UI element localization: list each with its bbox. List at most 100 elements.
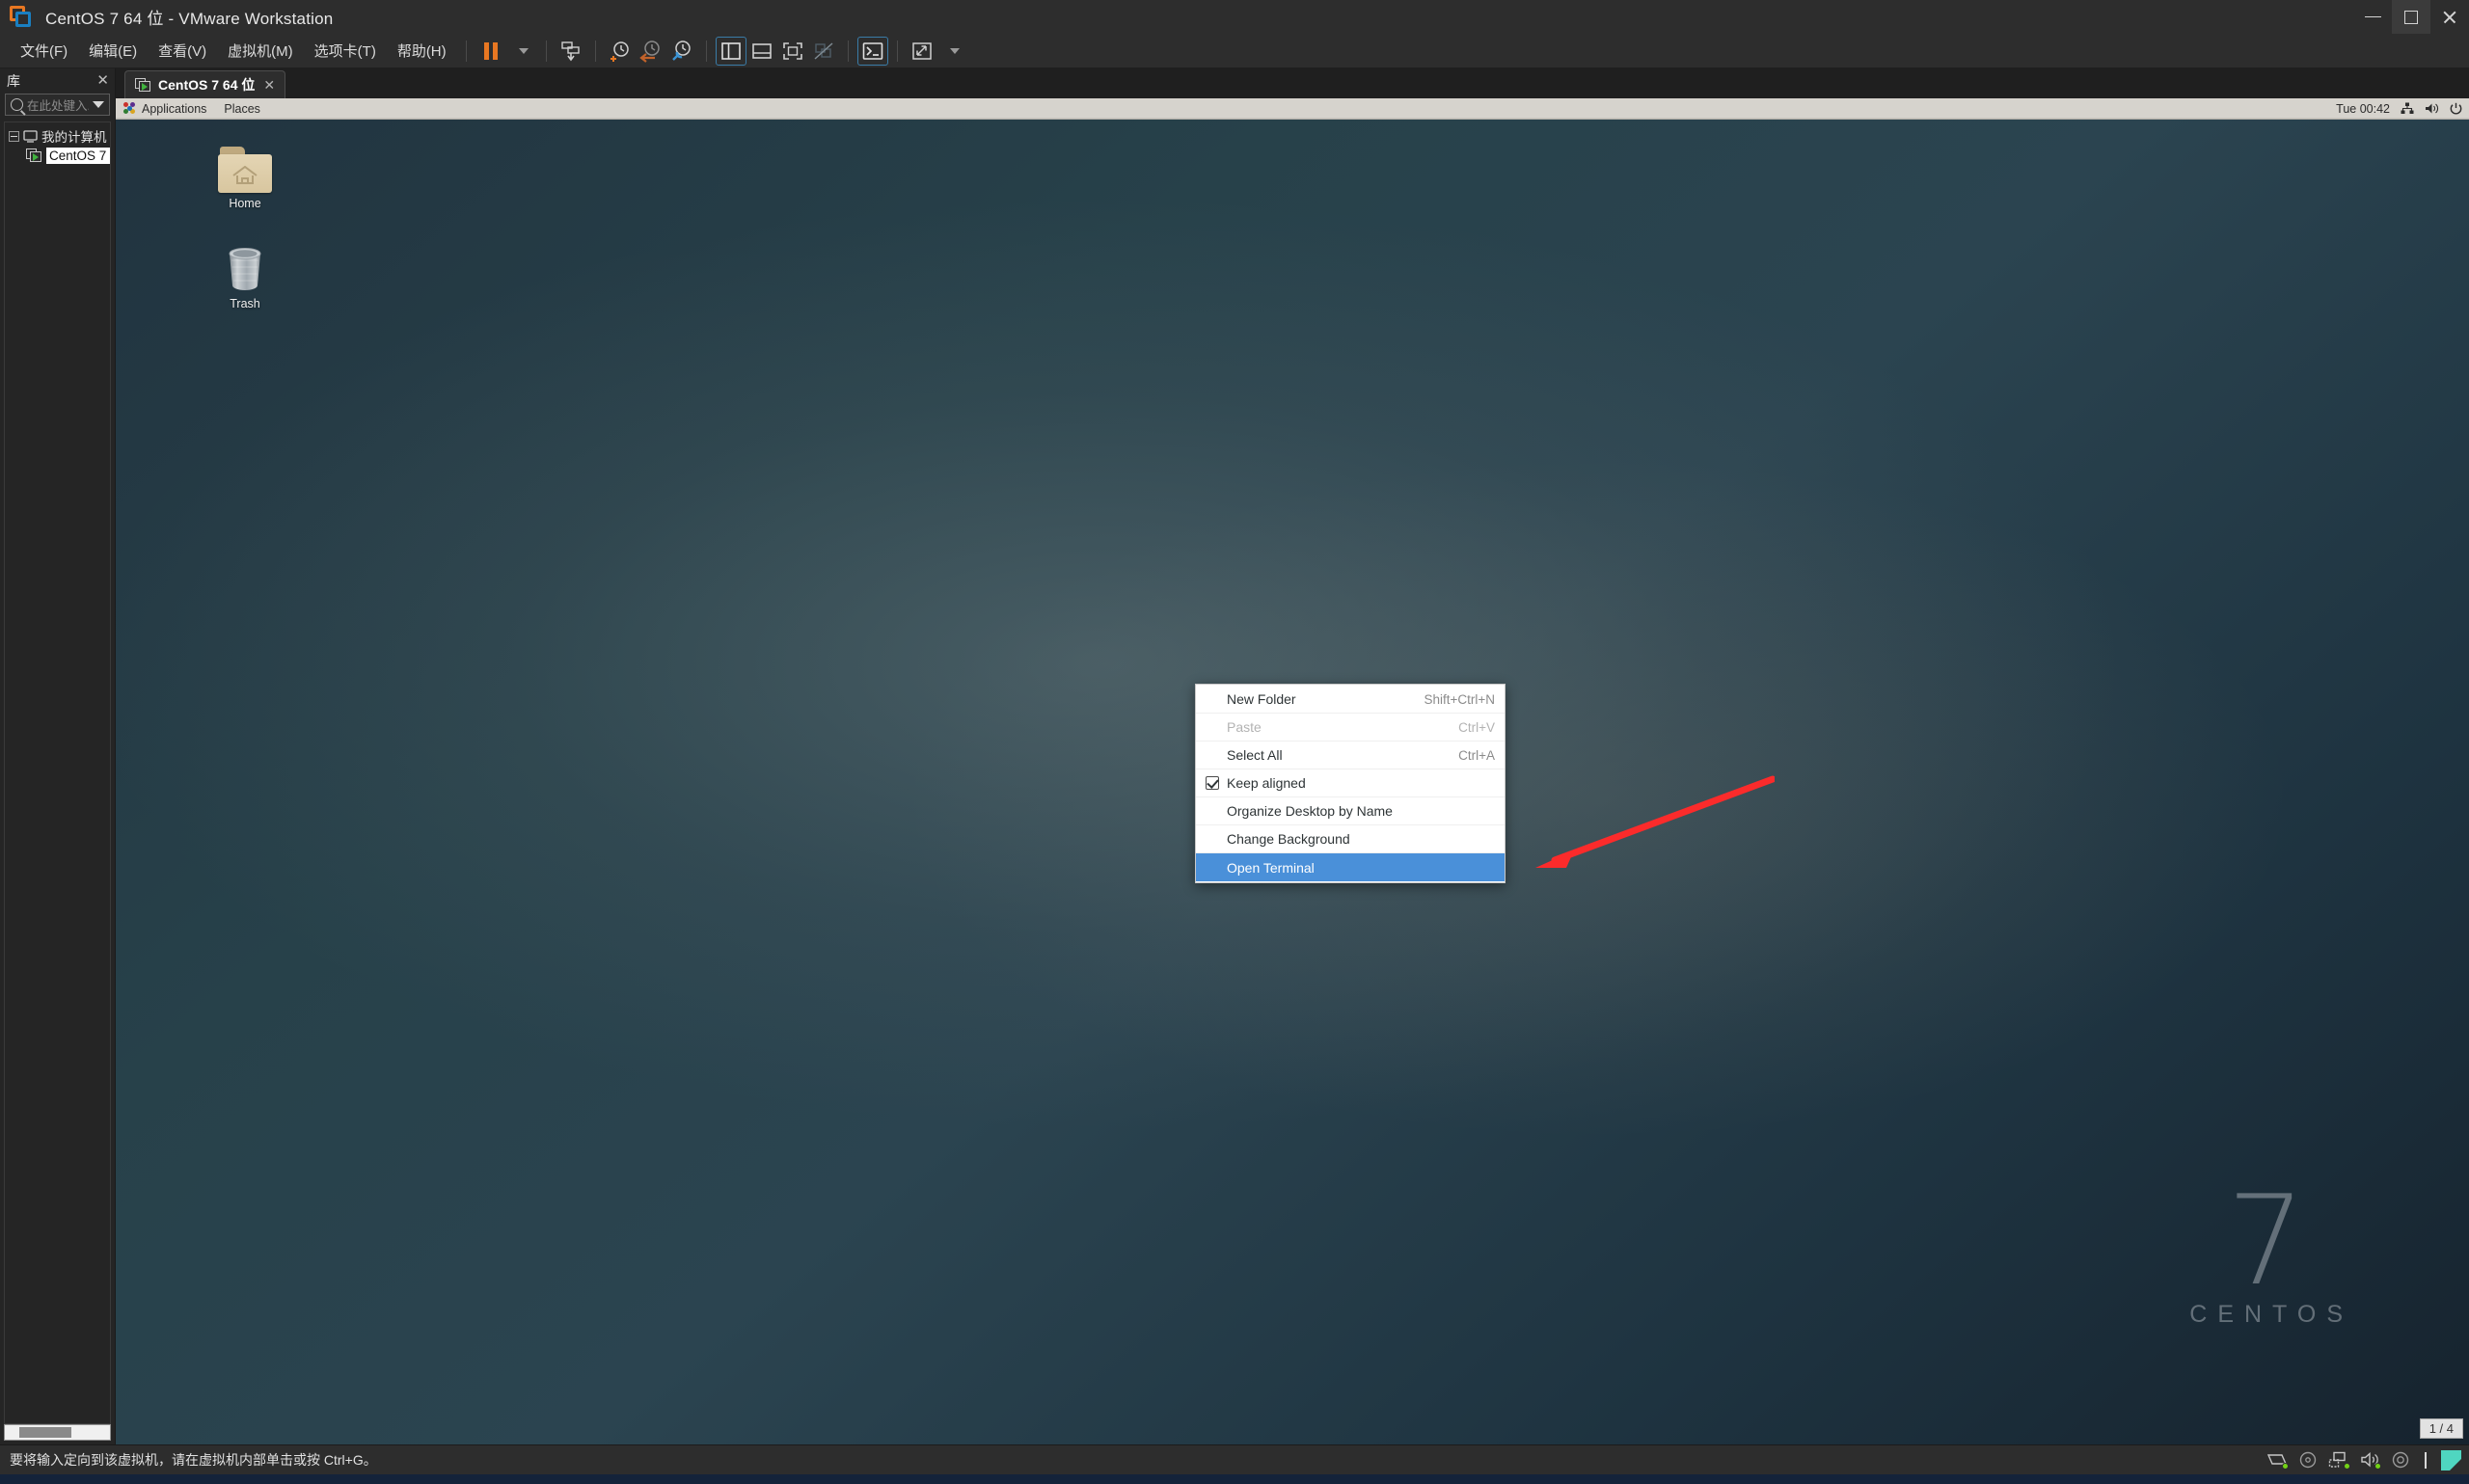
- scrollbar-thumb[interactable]: [19, 1427, 71, 1438]
- library-horizontal-scrollbar[interactable]: [4, 1424, 111, 1441]
- maximize-icon: [2404, 10, 2418, 24]
- desktop-icon-home[interactable]: Home: [201, 147, 289, 210]
- tree-item-my-computer[interactable]: 我的计算机: [5, 126, 110, 146]
- desktop-context-menu: New Folder Shift+Ctrl+N Paste Ctrl+V Sel…: [1195, 684, 1506, 883]
- context-menu-item-organize-desktop[interactable]: Organize Desktop by Name: [1196, 797, 1505, 825]
- vm-running-icon: [135, 77, 151, 93]
- checkbox-checked-icon[interactable]: [1206, 776, 1219, 790]
- desktop-icon-label: Trash: [230, 297, 260, 310]
- menu-view[interactable]: 查看(V): [148, 36, 217, 66]
- desktop-icon-trash[interactable]: Trash: [201, 245, 289, 310]
- stretch-arrows-icon: [911, 41, 932, 60]
- status-message: 要将输入定向到该虚拟机，请在虚拟机内部单击或按 Ctrl+G。: [10, 1452, 377, 1468]
- host-taskbar: [0, 1474, 2469, 1484]
- cd-dvd-icon[interactable]: [2298, 1451, 2318, 1469]
- clock-plus-icon: [610, 40, 629, 62]
- toolbar-separator: [705, 40, 707, 62]
- trash-icon: [223, 245, 267, 293]
- menu-item-label: Keep aligned: [1227, 775, 1306, 791]
- centos-watermark: 7 CENTOS: [2179, 1179, 2353, 1329]
- console-terminal-icon: [862, 41, 882, 60]
- sidebar-panel-icon: [720, 41, 741, 60]
- maximize-button[interactable]: [2392, 0, 2430, 34]
- annotation-arrow-icon: [1535, 775, 1775, 868]
- menu-file[interactable]: 文件(F): [10, 36, 78, 66]
- minimize-icon: [2364, 16, 2381, 17]
- toolbar-separator: [847, 40, 849, 62]
- collapse-icon[interactable]: [9, 130, 19, 142]
- context-menu-item-paste: Paste Ctrl+V: [1196, 714, 1505, 742]
- sound-card-icon[interactable]: [2360, 1451, 2381, 1470]
- tree-item-centos-vm[interactable]: CentOS 7 64: [5, 146, 110, 165]
- power-controls-group: [475, 37, 537, 66]
- fullscreen-button[interactable]: [777, 37, 808, 66]
- menu-tabs[interactable]: 选项卡(T): [304, 36, 387, 66]
- desktop-icon-label: Home: [229, 197, 261, 210]
- power-icon[interactable]: [2450, 102, 2462, 115]
- snapshot-manager-button[interactable]: [605, 37, 636, 66]
- chevron-down-icon[interactable]: [93, 101, 104, 108]
- menu-edit[interactable]: 编辑(E): [78, 36, 148, 66]
- clock-wrench-icon: [671, 40, 691, 61]
- network-adapter-icon[interactable]: [2328, 1451, 2350, 1470]
- gnome-top-panel: Applications Places Tue 00:42: [116, 98, 2469, 120]
- show-thumbnail-bar-button[interactable]: [746, 37, 777, 66]
- context-menu-item-open-terminal[interactable]: Open Terminal: [1196, 853, 1505, 881]
- console-view-button[interactable]: [856, 36, 888, 66]
- toolbar-separator: [465, 40, 467, 62]
- show-library-button[interactable]: [715, 36, 746, 66]
- close-button[interactable]: [2430, 0, 2469, 34]
- menu-item-label: Change Background: [1227, 831, 1350, 847]
- context-menu-item-change-background[interactable]: Change Background: [1196, 825, 1505, 853]
- library-sidebar: 库 ✕ 在此处键入... 我的计算机: [0, 68, 116, 1444]
- menu-item-label: Select All: [1227, 747, 1283, 763]
- tab-label: CentOS 7 64 位: [158, 77, 256, 93]
- volume-icon[interactable]: [2425, 102, 2439, 115]
- snapshot-take-button[interactable]: [556, 37, 586, 66]
- menu-help[interactable]: 帮助(H): [387, 36, 457, 66]
- library-close-icon[interactable]: ✕: [96, 73, 109, 88]
- stretch-guest-button[interactable]: [907, 37, 937, 66]
- home-folder-icon: [218, 147, 272, 193]
- power-dropdown-button[interactable]: [506, 37, 537, 66]
- panel-clock[interactable]: Tue 00:42: [2336, 102, 2390, 116]
- hard-disk-icon[interactable]: [2266, 1451, 2289, 1470]
- snapshot-icon: [560, 40, 580, 61]
- minimize-button[interactable]: [2353, 0, 2392, 34]
- manage-snapshots-button[interactable]: [666, 37, 697, 66]
- stretch-dropdown-button[interactable]: [937, 37, 968, 66]
- tab-close-icon[interactable]: ✕: [261, 78, 277, 92]
- status-separator: [2425, 1451, 2427, 1469]
- window-controls: [2353, 0, 2469, 34]
- places-menu[interactable]: Places: [224, 102, 260, 116]
- toolbar-separator: [594, 40, 596, 62]
- pause-icon: [483, 41, 498, 60]
- search-input[interactable]: 在此处键入...: [27, 95, 89, 114]
- library-header: 库 ✕: [0, 68, 115, 93]
- tree-item-label: CentOS 7 64: [46, 147, 110, 164]
- context-menu-item-select-all[interactable]: Select All Ctrl+A: [1196, 742, 1505, 769]
- title-bar: CentOS 7 64 位 - VMware Workstation: [0, 0, 2469, 34]
- unity-mode-button[interactable]: [808, 37, 839, 66]
- applications-menu[interactable]: Applications: [123, 102, 206, 116]
- menu-vm[interactable]: 虚拟机(M): [217, 36, 304, 66]
- gnome-panel-left: Applications Places: [123, 102, 260, 116]
- tree-item-label: 我的计算机: [41, 130, 107, 145]
- guest-note-icon[interactable]: [2441, 1449, 2461, 1471]
- library-search-box[interactable]: 在此处键入...: [5, 94, 110, 116]
- context-menu-item-new-folder[interactable]: New Folder Shift+Ctrl+N: [1196, 686, 1505, 714]
- power-pause-button[interactable]: [475, 37, 506, 66]
- tab-centos-7[interactable]: CentOS 7 64 位 ✕: [124, 70, 286, 98]
- gnome-applications-icon: [123, 102, 136, 115]
- device-active-indicator: [2374, 1463, 2381, 1470]
- network-icon[interactable]: [2401, 102, 2414, 115]
- gnome-panel-right: Tue 00:42: [2336, 102, 2462, 116]
- status-device-icons: [2266, 1449, 2461, 1471]
- guest-screen[interactable]: Applications Places Tue 00:42 Home Trash…: [116, 98, 2469, 1444]
- revert-snapshot-button[interactable]: [636, 37, 666, 66]
- vmware-logo-icon: [9, 5, 34, 30]
- toolbar-separator: [896, 40, 898, 62]
- chevron-down-icon: [950, 47, 961, 54]
- context-menu-item-keep-aligned[interactable]: Keep aligned: [1196, 769, 1505, 797]
- usb-icon[interactable]: [2391, 1451, 2410, 1469]
